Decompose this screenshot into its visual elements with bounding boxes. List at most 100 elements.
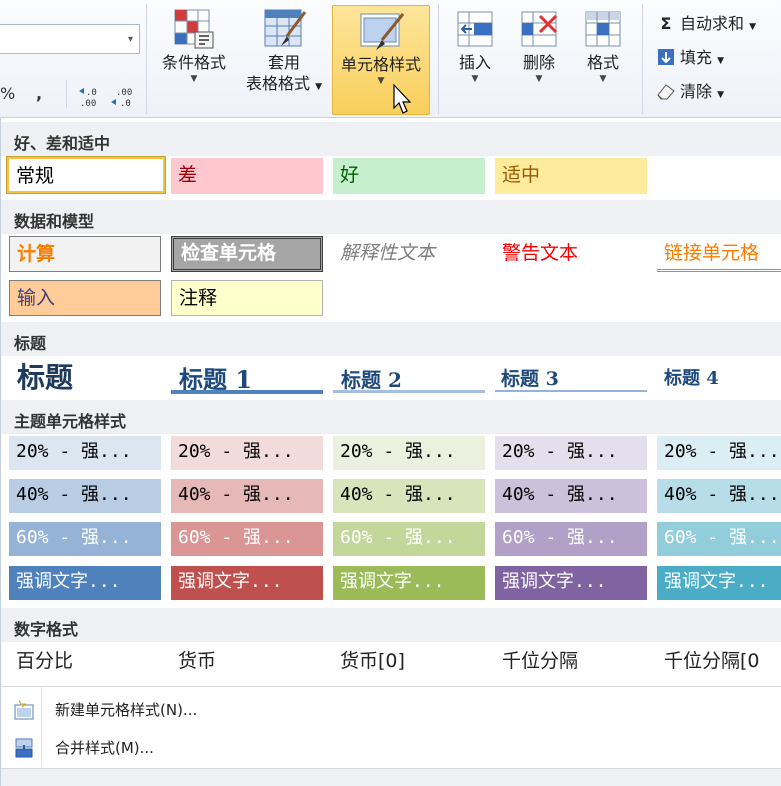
format-as-table-label: 套用 [267, 53, 300, 72]
format-as-table-button[interactable]: 套用 表格格式 ▼ [238, 6, 330, 114]
comma-style-button[interactable]: , [36, 84, 42, 103]
clear-label: 清除 [680, 82, 713, 101]
cell-styles-icon [358, 8, 405, 54]
style-accent-accent-5[interactable]: 强调文字... [657, 566, 781, 600]
merge-styles-label: 合并样式(M)... [55, 739, 154, 757]
svg-text:.00: .00 [80, 99, 96, 108]
chevron-down-icon: ▼ [749, 22, 757, 32]
chevron-down-icon: ▼ [471, 74, 479, 84]
delete-cells-icon [516, 6, 562, 52]
fill-down-icon [656, 48, 676, 67]
increase-decimal-button[interactable]: .0 .00 [78, 86, 104, 110]
fill-label: 填充 [680, 48, 713, 67]
new-cell-style-label: 新建单元格样式(N)... [55, 701, 198, 719]
style-note[interactable]: 注释 [171, 280, 323, 316]
delete-cells-button[interactable]: 删除 ▼ [510, 6, 568, 114]
style-good[interactable]: 好 [333, 158, 485, 194]
style-neutral[interactable]: 适中 [495, 158, 647, 194]
merge-styles-icon [13, 737, 35, 759]
style-accent-accent-1[interactable]: 强调文字... [9, 566, 161, 600]
decrease-decimal-button[interactable]: .00 .0 [110, 86, 136, 111]
style-currency-0[interactable]: 货币[0] [333, 644, 485, 680]
style-linked-cell[interactable]: 链接单元格 [657, 236, 781, 272]
style-heading-2[interactable]: 标题 2 [341, 364, 402, 393]
style-20-accent-2[interactable]: 20% - 强... [171, 436, 323, 470]
divider [1, 686, 781, 687]
style-60-accent-5[interactable]: 60% - 强... [657, 522, 781, 556]
style-calculation[interactable]: 计算 [9, 236, 161, 272]
fill-button[interactable]: 填充 ▼ [656, 44, 724, 68]
style-20-accent-4[interactable]: 20% - 强... [495, 436, 647, 470]
style-check-cell[interactable]: 检查单元格 [171, 236, 323, 272]
style-currency[interactable]: 货币 [171, 644, 323, 680]
conditional-format-label: 条件格式 [161, 53, 226, 72]
chevron-down-icon: ▼ [599, 74, 607, 84]
style-40-accent-1[interactable]: 40% - 强... [9, 479, 161, 513]
number-format-dropdown[interactable]: ▾ [0, 24, 140, 54]
sigma-icon: Σ [660, 14, 672, 33]
section-header-data-model: 数据和模型 [1, 200, 781, 234]
style-title[interactable]: 标题 [17, 356, 73, 396]
style-60-accent-4[interactable]: 60% - 强... [495, 522, 647, 556]
cell-styles-label: 单元格样式 [340, 55, 421, 74]
mouse-cursor-icon [393, 84, 412, 114]
increase-decimal-icon: .0 .00 [79, 88, 97, 109]
style-60-accent-3[interactable]: 60% - 强... [333, 522, 485, 556]
percent-style-button[interactable]: % [0, 84, 15, 103]
style-20-accent-3[interactable]: 20% - 强... [333, 436, 485, 470]
style-explanatory-text[interactable]: 解释性文本 [333, 236, 485, 272]
conditional-format-button[interactable]: 条件格式 ▼ [154, 6, 234, 114]
cell-styles-gallery: 好、差和适中 常规 差 好 适中 数据和模型 计算 检查单元格 解释性文本 警告… [0, 118, 781, 786]
style-comma[interactable]: 千位分隔 [495, 644, 647, 680]
chevron-down-icon: ▼ [315, 82, 323, 92]
heading-3-underline [495, 390, 647, 392]
eraser-icon [656, 82, 676, 101]
style-accent-accent-3[interactable]: 强调文字... [333, 566, 485, 600]
section-header-titles: 标题 [1, 322, 781, 356]
svg-text:.0: .0 [120, 99, 131, 108]
style-normal[interactable]: 常规 [6, 156, 166, 194]
style-60-accent-2[interactable]: 60% - 强... [171, 522, 323, 556]
style-60-accent-1[interactable]: 60% - 强... [9, 522, 161, 556]
heading-2-underline [333, 390, 485, 393]
style-40-accent-2[interactable]: 40% - 强... [171, 479, 323, 513]
svg-text:.00: .00 [116, 88, 132, 98]
chevron-down-icon: ▼ [377, 76, 385, 86]
chevron-down-icon: ▼ [717, 56, 725, 66]
ribbon: ▾ % , .0 .00 .00 .0 条件格式 ▼ 套用 表格格式 ▼ 单元格… [0, 0, 781, 118]
merge-styles-menu-item[interactable]: 合并样式(M)... [1, 728, 781, 766]
style-40-accent-5[interactable]: 40% - 强... [657, 479, 781, 513]
separator [66, 80, 67, 108]
decrease-decimal-icon: .00 .0 [111, 88, 132, 109]
style-bad[interactable]: 差 [171, 158, 323, 194]
style-accent-accent-4[interactable]: 强调文字... [495, 566, 647, 600]
style-heading-3[interactable]: 标题 3 [501, 364, 559, 391]
clear-button[interactable]: 清除 ▼ [656, 78, 724, 102]
style-20-accent-5[interactable]: 20% - 强... [657, 436, 781, 470]
format-cells-button[interactable]: 格式 ▼ [574, 6, 632, 114]
resize-grip-bar[interactable] [1, 768, 781, 786]
autosum-label: 自动求和 [680, 14, 745, 33]
section-header-good-bad-neutral: 好、差和适中 [1, 122, 781, 156]
style-warning-text[interactable]: 警告文本 [495, 236, 647, 272]
chevron-down-icon: ▼ [535, 74, 543, 84]
chevron-down-icon: ▼ [717, 90, 725, 100]
style-heading-4[interactable]: 标题 4 [664, 364, 719, 390]
chevron-down-icon: ▾ [127, 34, 133, 45]
new-cell-style-menu-item[interactable]: 新建单元格样式(N)... [1, 690, 781, 728]
autosum-button[interactable]: Σ 自动求和 ▼ [656, 10, 757, 34]
style-input[interactable]: 输入 [9, 280, 161, 316]
style-comma-0[interactable]: 千位分隔[0 [657, 644, 781, 680]
style-percent[interactable]: 百分比 [9, 644, 161, 680]
style-40-accent-4[interactable]: 40% - 强... [495, 479, 647, 513]
insert-cells-icon [452, 6, 498, 52]
cell-styles-button[interactable]: 单元格样式 ▼ [332, 5, 430, 115]
chevron-down-icon: ▼ [190, 74, 198, 84]
svg-text:.0: .0 [86, 88, 97, 98]
format-cells-icon [580, 6, 626, 52]
style-40-accent-3[interactable]: 40% - 强... [333, 479, 485, 513]
style-accent-accent-2[interactable]: 强调文字... [171, 566, 323, 600]
style-20-accent-1[interactable]: 20% - 强... [9, 436, 161, 470]
insert-label: 插入 [458, 53, 491, 72]
insert-cells-button[interactable]: 插入 ▼ [446, 6, 504, 114]
